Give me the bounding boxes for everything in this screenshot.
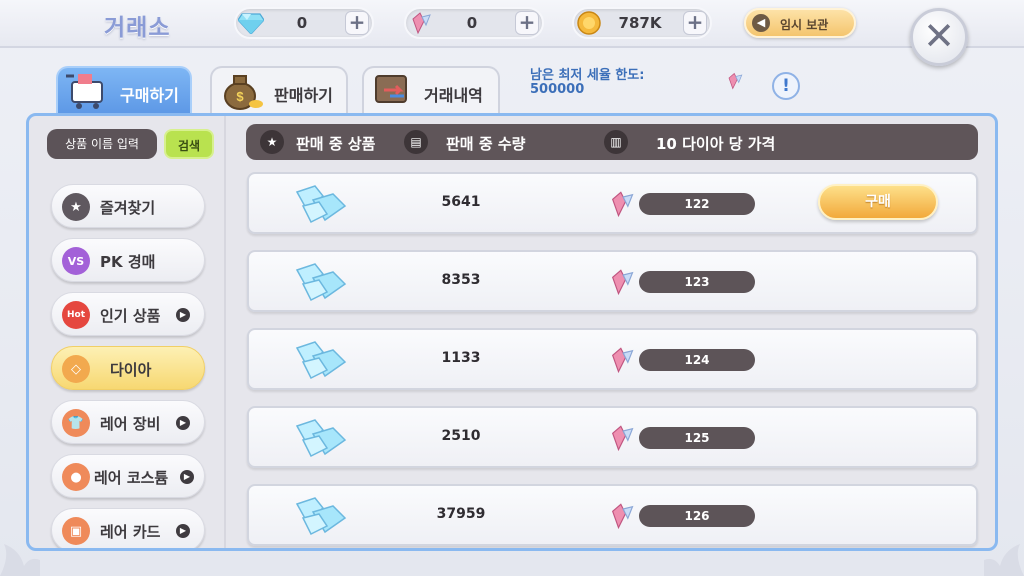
tab-sell-label: 판매하기 [274,86,333,105]
category-label: 레어 카드 [100,523,161,541]
arrow-right-icon: ▶ [176,524,190,538]
search-button[interactable]: 검색 [164,129,214,159]
trade-history-icon [370,66,418,112]
listing-row[interactable]: 37959 126 [247,484,978,546]
tab-history-label: 거래내역 [424,86,483,105]
category-popular[interactable]: Hot 인기 상품 ▶ [51,292,205,336]
category-rare-equipment[interactable]: 👕 레어 장비 ▶ [51,400,205,444]
listing-row[interactable]: 2510 125 [247,406,978,468]
winged-gem-icon [609,502,635,530]
winged-gem-icon [609,268,635,296]
category-label: 다이아 [110,361,152,379]
star-icon: ★ [260,130,284,154]
tab-history[interactable]: 거래내역 [362,66,500,114]
listing-row[interactable]: 5641 122 구매 [247,172,978,234]
close-button[interactable]: ✕ [910,8,968,66]
tab-sell[interactable]: $ 판매하기 [210,66,348,114]
tab-buy-label: 구매하기 [120,86,179,105]
category-pk-auction[interactable]: VS PK 경매 [51,238,205,282]
listing-row[interactable]: 1133 124 [247,328,978,390]
category-rare-costume[interactable]: ● 레어 코스튬 ▶ [51,454,205,498]
diamond-icon [238,10,264,36]
listing-price: 122 [639,193,755,215]
winged-gem-icon [609,424,635,452]
gem-balance: 0 + [404,7,544,39]
diamond-pile-icon [293,416,349,460]
gold-coin-icon [576,10,602,36]
diamond-balance: 0 + [234,7,374,39]
arrow-right-icon: ▶ [176,416,190,430]
diamond-pile-icon [293,182,349,226]
card-icon: ▣ [62,517,90,545]
listing-quantity: 1133 [441,350,481,366]
temp-storage-button[interactable]: ◀ 임시 보관 [744,8,856,38]
category-rare-card[interactable]: ▣ 레어 카드 ▶ [51,508,205,548]
arrow-back-icon: ◀ [752,14,770,32]
exchange-panel: 상품 이름 입력 검색 ★ 즐겨찾기 VS PK 경매 Hot 인기 상품 ▶ … [26,113,998,551]
tax-limit-value: 500000 [530,82,585,97]
listing-price: 123 [639,271,755,293]
winged-gem-icon [408,10,434,36]
listing-header: ★ 판매 중 상품 ▤ 판매 중 수량 ▥ 10 다이아 당 가격 [246,124,978,160]
costume-icon: ● [62,463,90,491]
tax-limit-label: 남은 최저 세율 한도: [530,68,645,83]
hot-icon: Hot [62,301,90,329]
header-quantity: 판매 중 수량 [446,135,526,153]
category-label: PK 경매 [100,253,156,271]
listing-quantity: 5641 [441,194,481,210]
category-favorites[interactable]: ★ 즐겨찾기 [51,184,205,228]
listing-quantity: 2510 [441,428,481,444]
category-diamond[interactable]: ◇ 다이아 [51,346,205,390]
listing-row[interactable]: 8353 123 [247,250,978,312]
listing-quantity: 37959 [436,506,486,522]
bar-chart-icon: ▥ [604,130,628,154]
diamond-icon: ◇ [62,355,90,383]
category-label: 레어 코스튬 [94,469,169,487]
add-diamond-button[interactable]: + [345,11,369,35]
money-bag-icon: $ [218,66,266,112]
divider [224,116,226,548]
buy-button[interactable]: 구매 [818,184,938,220]
listing-price: 124 [639,349,755,371]
diamond-pile-icon [293,494,349,538]
shirt-icon: 👕 [62,409,90,437]
diamond-pile-icon [293,338,349,382]
listing-price: 125 [639,427,755,449]
diamond-pile-icon [293,260,349,304]
shopping-cart-icon [64,66,112,112]
top-bar: 거래소 0 + 0 + 787K + ◀ 임시 보관 [0,0,1024,48]
listing-quantity: 8353 [441,272,481,288]
gold-balance: 787K + [572,7,712,39]
gem-count: 0 [466,14,478,32]
star-icon: ★ [62,193,90,221]
arrow-right-icon: ▶ [180,470,194,484]
corner-ornament [984,516,1024,576]
clipboard-icon: ▤ [404,130,428,154]
svg-text:$: $ [236,89,244,104]
header-price: 10 다이아 당 가격 [656,135,776,153]
category-label: 레어 장비 [100,415,161,433]
winged-gem-icon [726,72,744,90]
search-input[interactable]: 상품 이름 입력 [47,129,157,159]
arrow-right-icon: ▶ [176,308,190,322]
gold-count: 787K [618,14,662,32]
listing-price: 126 [639,505,755,527]
tab-buy[interactable]: 구매하기 [56,66,192,114]
page-title: 거래소 [104,15,171,41]
temp-storage-label: 임시 보관 [780,18,829,32]
add-gold-button[interactable]: + [683,11,707,35]
diamond-count: 0 [296,14,308,32]
vs-icon: VS [62,247,90,275]
category-label: 인기 상품 [100,307,161,325]
corner-ornament [0,516,40,576]
category-label: 즐겨찾기 [100,199,156,217]
header-item: 판매 중 상품 [296,135,376,153]
winged-gem-icon [609,346,635,374]
info-button[interactable]: ! [772,72,800,100]
winged-gem-icon [609,190,635,218]
add-gem-button[interactable]: + [515,11,539,35]
